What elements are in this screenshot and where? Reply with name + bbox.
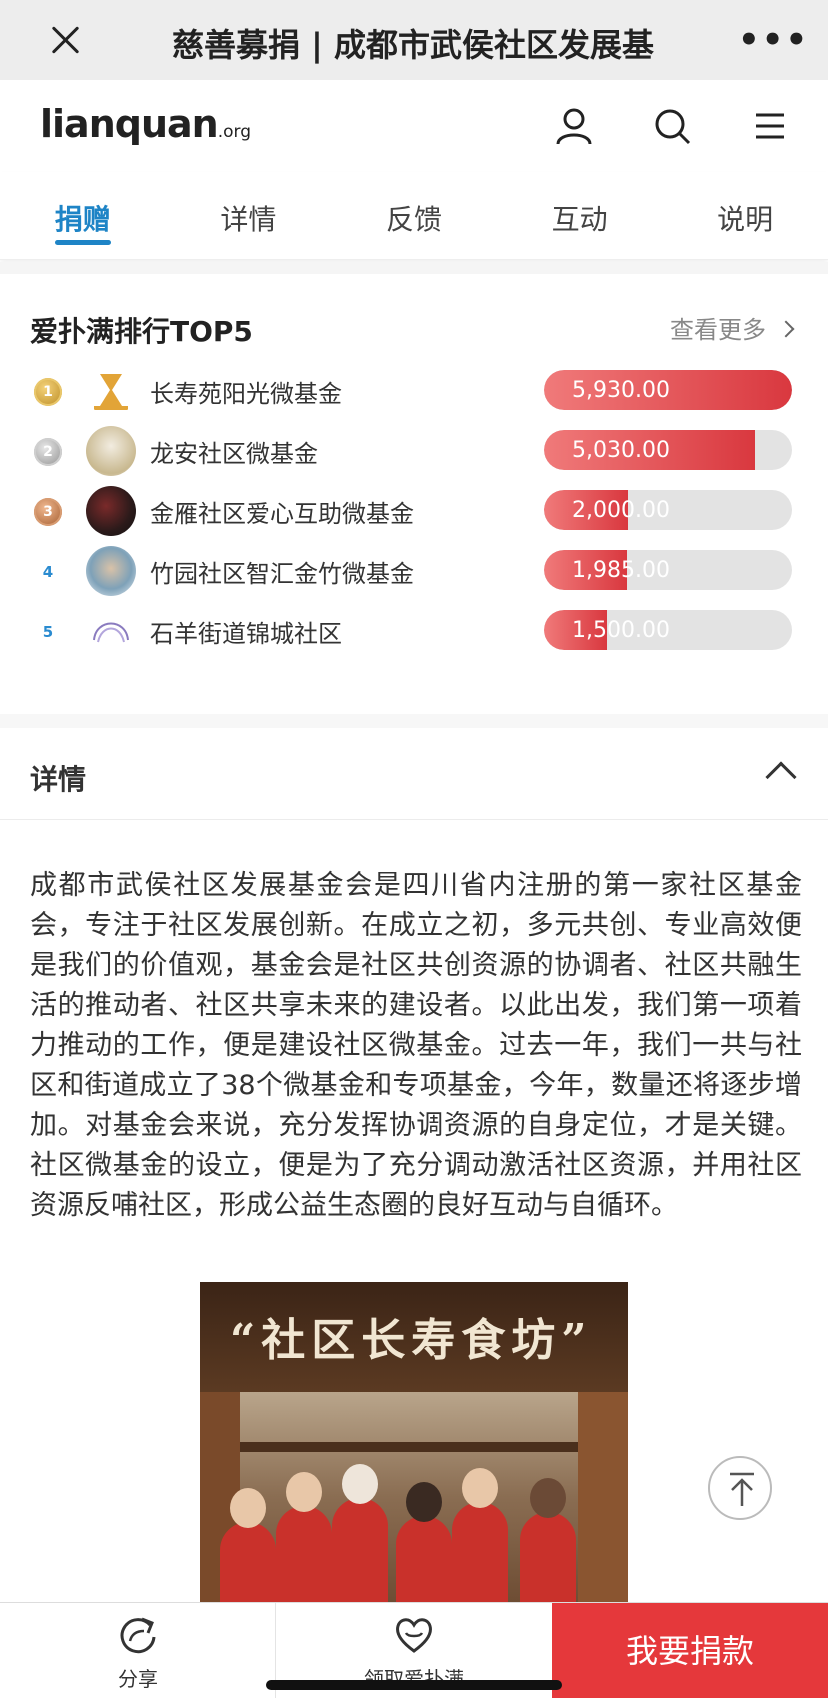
person-figure [332,1464,388,1602]
details-text: 成都市武侯社区发展基金会是四川省内注册的第一家社区基金会，专注于社区发展创新。在… [30,870,802,1221]
tab-details[interactable]: 详情 [166,172,332,259]
amount-progress-bar: 2,000.00 [544,490,792,530]
rank-number: 5 [42,623,54,641]
more-options-icon[interactable]: ••• [738,22,807,58]
home-indicator [266,1680,562,1690]
arrow-up-icon [730,1472,754,1506]
ranking-section: 爱扑满排行TOP5 查看更多 1 长寿苑阳光微基金 5,930.00 2 龙安社… [0,274,828,714]
section-divider [0,714,828,728]
person-figure [396,1482,452,1602]
tab-feedback[interactable]: 反馈 [331,172,497,259]
person-figure [276,1472,332,1602]
tab-label: 说明 [717,203,774,236]
avatar [86,366,136,416]
tab-label: 捐赠 [54,203,111,236]
heart-icon [396,1618,432,1653]
donate-button[interactable]: 我要捐款 [552,1603,828,1698]
ranking-row[interactable]: 4 竹园社区智汇金竹微基金 1,985.00 [0,544,828,600]
ranking-row[interactable]: 5 石羊街道锦城社区 1,500.00 [0,604,828,660]
page-title: 慈善募捐 | 成都市武侯社区发展基 [172,26,654,64]
tab-label: 互动 [551,203,608,236]
amount-value: 1,500.00 [572,618,670,643]
tab-label: 反馈 [385,203,442,236]
gold-medal-icon: 1 [34,378,62,406]
amount-progress-bar: 1,500.00 [544,610,792,650]
user-icon[interactable] [554,106,594,146]
avatar [86,486,136,536]
amount-progress-bar: 1,985.00 [544,550,792,590]
tab-info[interactable]: 说明 [662,172,828,259]
close-icon[interactable] [44,18,88,62]
ranking-row[interactable]: 2 龙安社区微基金 5,030.00 [0,424,828,480]
section-divider [0,262,828,274]
logo-main: lianquan [40,102,219,146]
ranking-title: 爱扑满排行TOP5 [30,315,253,348]
person-figure [220,1488,276,1602]
chevron-up-icon[interactable] [765,761,797,793]
share-button[interactable]: 分享 [0,1603,276,1698]
details-header[interactable]: 详情 [0,728,828,820]
amount-value: 1,985.00 [572,558,670,583]
active-tab-indicator [54,240,111,245]
site-logo[interactable]: lianquan.org [40,102,251,146]
logo-suffix: .org [217,122,251,142]
amount-progress-bar: 5,930.00 [544,370,792,410]
chevron-right-icon [777,320,795,338]
amount-value: 5,930.00 [572,378,670,403]
see-more-label: 查看更多 [670,316,766,344]
ranking-row[interactable]: 1 长寿苑阳光微基金 5,930.00 [0,364,828,420]
person-figure [520,1478,576,1602]
avatar [86,546,136,596]
community-photo: “社区长寿食坊” [200,1282,628,1602]
bronze-medal-icon: 3 [34,498,62,526]
silver-medal-icon: 2 [34,438,62,466]
share-icon [120,1617,156,1654]
tab-interaction[interactable]: 互动 [497,172,663,259]
search-icon[interactable] [652,106,692,146]
fund-name: 竹园社区智汇金竹微基金 [150,560,414,588]
tab-bar: 捐赠 详情 反馈 互动 说明 [0,172,828,260]
fund-name: 龙安社区微基金 [150,440,318,468]
amount-value: 5,030.00 [572,438,670,463]
amount-value: 2,000.00 [572,498,670,523]
fund-name: 长寿苑阳光微基金 [150,380,342,408]
avatar [86,426,136,476]
avatar [86,606,136,656]
person-figure [452,1468,508,1602]
details-title: 详情 [30,763,87,796]
ranking-row[interactable]: 3 金雁社区爱心互助微基金 2,000.00 [0,484,828,540]
see-more-link[interactable]: 查看更多 [670,310,795,345]
top-bar: 慈善募捐 | 成都市武侯社区发展基 ••• [0,0,828,80]
tab-label: 详情 [220,203,277,236]
fund-name: 金雁社区爱心互助微基金 [150,500,414,528]
fund-name: 石羊街道锦城社区 [150,620,342,648]
back-to-top-button[interactable] [708,1456,772,1520]
photo-sign-text: “社区长寿食坊” [230,1315,593,1366]
site-header: lianquan.org [0,80,828,172]
tab-donate[interactable]: 捐赠 [0,172,166,259]
rank-number: 4 [42,563,54,581]
menu-icon[interactable] [750,106,790,146]
amount-progress-bar: 5,030.00 [544,430,792,470]
share-label: 分享 [118,1667,158,1691]
